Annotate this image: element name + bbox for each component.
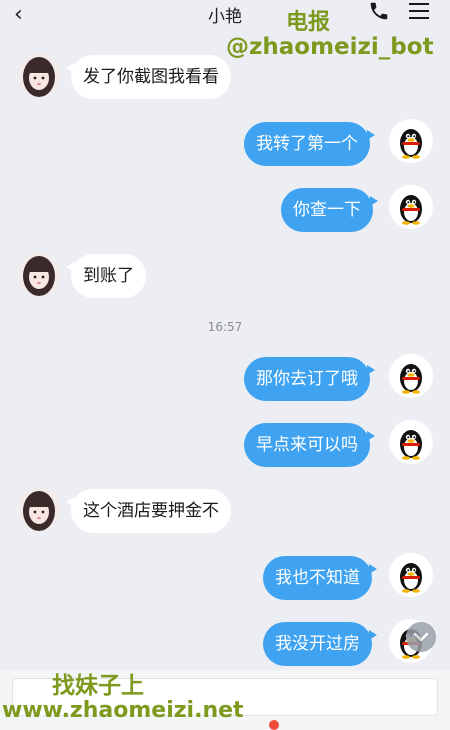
message-bubble-outgoing[interactable]: 我也不知道 [263, 556, 377, 600]
phone-icon[interactable] [368, 0, 390, 22]
girl-avatar-icon [17, 252, 61, 296]
watermark-bot: @zhaomeizi_bot [226, 34, 434, 60]
contact-avatar[interactable] [17, 53, 61, 97]
watermark-find: 找妹子上 [52, 673, 144, 699]
watermark-telegram: 电报 [286, 10, 331, 35]
scroll-down-button[interactable] [406, 622, 436, 652]
girl-avatar-icon [17, 53, 61, 97]
message-bubble-outgoing[interactable]: 你查一下 [281, 188, 378, 232]
qq-penguin-icon [389, 354, 433, 398]
watermark-site: www.zhaomeizi.net [2, 698, 244, 723]
message-bubble-incoming[interactable]: 发了你截图我看看 [66, 55, 231, 99]
contact-avatar[interactable] [17, 252, 61, 296]
self-avatar[interactable] [389, 119, 433, 163]
menu-icon[interactable] [408, 1, 430, 21]
self-avatar[interactable] [389, 553, 433, 597]
self-avatar[interactable] [389, 185, 433, 229]
contact-avatar[interactable] [17, 487, 61, 531]
message-bubble-outgoing[interactable]: 那你去订了哦 [244, 357, 375, 401]
message-bubble-outgoing[interactable]: 早点来可以吗 [244, 423, 375, 467]
message-bubble-outgoing[interactable]: 我没开过房 [263, 622, 377, 666]
girl-avatar-icon [17, 487, 61, 531]
message-timestamp: 16:57 [207, 320, 243, 334]
message-bubble-incoming[interactable]: 到账了 [66, 254, 146, 298]
qq-penguin-icon [389, 119, 433, 163]
qq-penguin-icon [389, 420, 433, 464]
qq-penguin-icon [389, 185, 433, 229]
self-avatar[interactable] [389, 354, 433, 398]
message-bubble-incoming[interactable]: 这个酒店要押金不 [66, 489, 231, 533]
self-avatar[interactable] [389, 420, 433, 464]
message-bubble-outgoing[interactable]: 我转了第一个 [244, 122, 375, 166]
chevron-down-icon [413, 632, 429, 642]
notification-badge [269, 720, 279, 730]
qq-penguin-icon [389, 553, 433, 597]
